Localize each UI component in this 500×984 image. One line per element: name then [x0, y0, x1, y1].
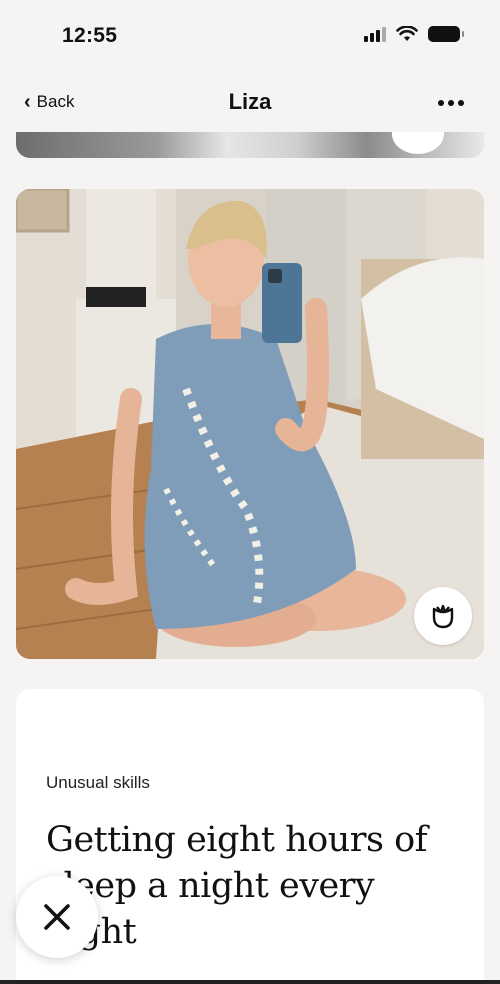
- dismiss-button[interactable]: [16, 876, 98, 958]
- nav-bar: ‹ Back Liza: [0, 72, 500, 132]
- more-options-button[interactable]: [438, 100, 464, 106]
- prompt-answer: Getting eight hours of sleep a night eve…: [46, 820, 428, 952]
- previous-photo[interactable]: [16, 132, 484, 158]
- profile-photo-image: [16, 189, 484, 659]
- like-photo-button[interactable]: [414, 587, 472, 645]
- status-icons: [364, 26, 464, 42]
- battery-icon: [428, 26, 464, 42]
- wifi-icon: [396, 26, 418, 41]
- status-time: 12:55: [62, 24, 118, 47]
- profile-photo[interactable]: [16, 189, 484, 659]
- close-icon: [44, 904, 70, 930]
- previous-photo-like-button[interactable]: [392, 132, 444, 154]
- rose-icon: [432, 604, 454, 629]
- status-bar: 12:55: [0, 0, 500, 72]
- prompt-question: Unusual skills: [46, 773, 150, 792]
- ellipsis-icon: [438, 100, 444, 106]
- cellular-signal-icon: [364, 26, 386, 42]
- home-indicator-edge: [0, 980, 500, 984]
- profile-name-title: Liza: [228, 89, 272, 114]
